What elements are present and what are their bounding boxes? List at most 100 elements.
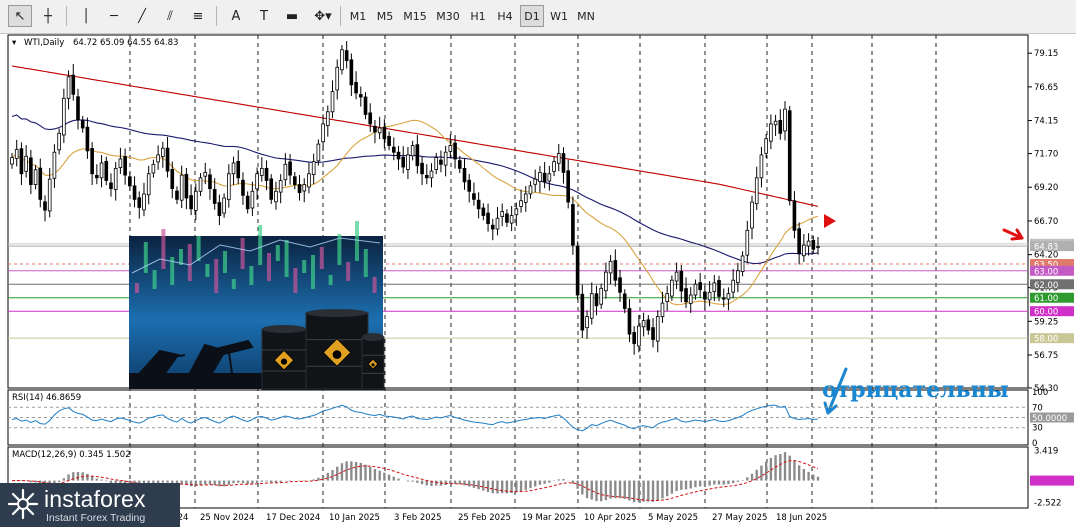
price-badge-label: 64.83 (1034, 243, 1058, 253)
candle-body (618, 277, 622, 293)
rectangle-tool-button[interactable]: ▬ (280, 5, 304, 27)
oil-drop-icon (371, 363, 375, 367)
candle-body (66, 76, 71, 99)
candle-body (297, 184, 302, 194)
rsi-axis-label: 100 (1032, 388, 1048, 398)
fibonacci-tool-button[interactable]: ≡ (186, 5, 210, 27)
candle-body (453, 142, 457, 160)
photo-candle (240, 238, 245, 269)
candle-body (368, 112, 373, 125)
barrel-top (362, 333, 384, 341)
candle-body (703, 291, 707, 300)
photo-candle (355, 221, 359, 261)
shapes-tool-button[interactable]: ✥▾ (308, 5, 338, 27)
rsi-axis-label: 30 (1032, 424, 1043, 434)
candle-body (255, 173, 259, 190)
chart-area[interactable]: ▾ WTI,Daily 64.72 65.09 64.55 64.83 79.15 76… (0, 33, 1076, 527)
price-badge: 58.00 (1030, 333, 1074, 345)
trendline-tool-button[interactable]: ╱ (130, 5, 154, 27)
oil-barrel (305, 309, 369, 390)
price-axis-label: 76.65 (1034, 83, 1058, 93)
photo-candle (231, 279, 236, 289)
timeframe-m1-button[interactable]: M1 (346, 5, 370, 27)
text-label-tool-button[interactable]: T (252, 5, 276, 27)
instaforex-logo: instaforex Instant Forex Trading (0, 483, 180, 527)
cursor-tool-button[interactable]: ↖ (8, 5, 32, 27)
candle-body (655, 316, 660, 342)
candle-body (773, 120, 778, 126)
candle-body (486, 212, 490, 225)
timeframe-m15-button[interactable]: M15 (400, 5, 430, 27)
candle-body (165, 147, 170, 172)
candle-body (52, 151, 57, 179)
vertical-line-tool-button[interactable]: │ (74, 5, 98, 27)
fibonacci-icon: ≡ (192, 8, 204, 24)
photo-candle (346, 262, 351, 281)
candle-body (373, 125, 377, 133)
oil-barrel (261, 325, 307, 390)
chart-svg[interactable]: ▾ WTI,Daily 64.72 65.09 64.55 64.83 79.15 76… (0, 33, 1076, 527)
logo-mark-icon (7, 488, 39, 520)
candle-body (717, 280, 721, 297)
candle-body (561, 153, 566, 173)
timeframe-w1-button[interactable]: W1 (547, 5, 571, 27)
photo-candle (311, 255, 315, 289)
candle-body (391, 146, 396, 153)
barrel-top (262, 325, 306, 333)
candle-body (585, 316, 589, 329)
candle-body (589, 293, 594, 319)
candle-body (57, 132, 61, 151)
candle-body (189, 195, 193, 210)
photo-candle (152, 270, 157, 289)
price-axis-label: 71.70 (1034, 150, 1058, 160)
timeframe-h4-button[interactable]: H4 (493, 5, 517, 27)
candle-body (797, 228, 801, 254)
text-icon: A (231, 8, 241, 24)
oil-drop-icon (332, 350, 342, 359)
channel-icon: ⫽ (167, 8, 173, 24)
candle-body (674, 271, 679, 282)
rsi-axis-label: 70 (1032, 403, 1043, 413)
candle-body (481, 207, 486, 216)
candle-body (170, 169, 175, 189)
horizontal-line-tool-button[interactable]: ─ (102, 5, 126, 27)
candle-body (76, 96, 80, 121)
photo-candle (143, 242, 148, 273)
candle-body (505, 213, 509, 223)
channel-tool-button[interactable]: ⫽ (158, 5, 182, 27)
x-axis-label: 10 Jan 2025 (329, 513, 380, 523)
candle-body (806, 240, 811, 247)
price-axis-label: 79.15 (1034, 49, 1058, 59)
candle-body (217, 202, 222, 216)
candle-body (580, 293, 585, 331)
candle-body (387, 135, 391, 146)
candle-body (194, 190, 198, 211)
text-tool-button[interactable]: A (224, 5, 248, 27)
timeframe-mn-button[interactable]: MN (574, 5, 598, 27)
candle-body (410, 145, 415, 157)
photo-candle (328, 275, 333, 285)
candle-body (113, 167, 118, 190)
candle-body (538, 172, 542, 182)
timeframe-d1-button[interactable]: D1 (520, 5, 544, 27)
timeframe-m5-button[interactable]: M5 (373, 5, 397, 27)
text-label-icon: T (260, 8, 268, 24)
price-badge: 60.00 (1030, 306, 1074, 318)
candle-body (292, 176, 297, 185)
candle-body (415, 144, 420, 167)
candle-body (231, 162, 236, 175)
photo-candle (135, 283, 139, 293)
candle-body (396, 151, 401, 160)
candle-body (500, 211, 505, 218)
annotation-text: отрицательны (822, 377, 1009, 403)
macd-axis-label: 3.419 (1034, 447, 1058, 457)
price-badge-label: 60.00 (1034, 308, 1058, 318)
candle-body (787, 110, 792, 202)
candle-body (269, 178, 274, 200)
photo-candle (196, 236, 201, 261)
timeframe-h1-button[interactable]: H1 (466, 5, 490, 27)
crosshair-tool-button[interactable]: ┼ (36, 5, 60, 27)
candle-body (566, 170, 571, 203)
timeframe-m30-button[interactable]: M30 (433, 5, 463, 27)
rectangle-icon: ▬ (285, 8, 299, 24)
